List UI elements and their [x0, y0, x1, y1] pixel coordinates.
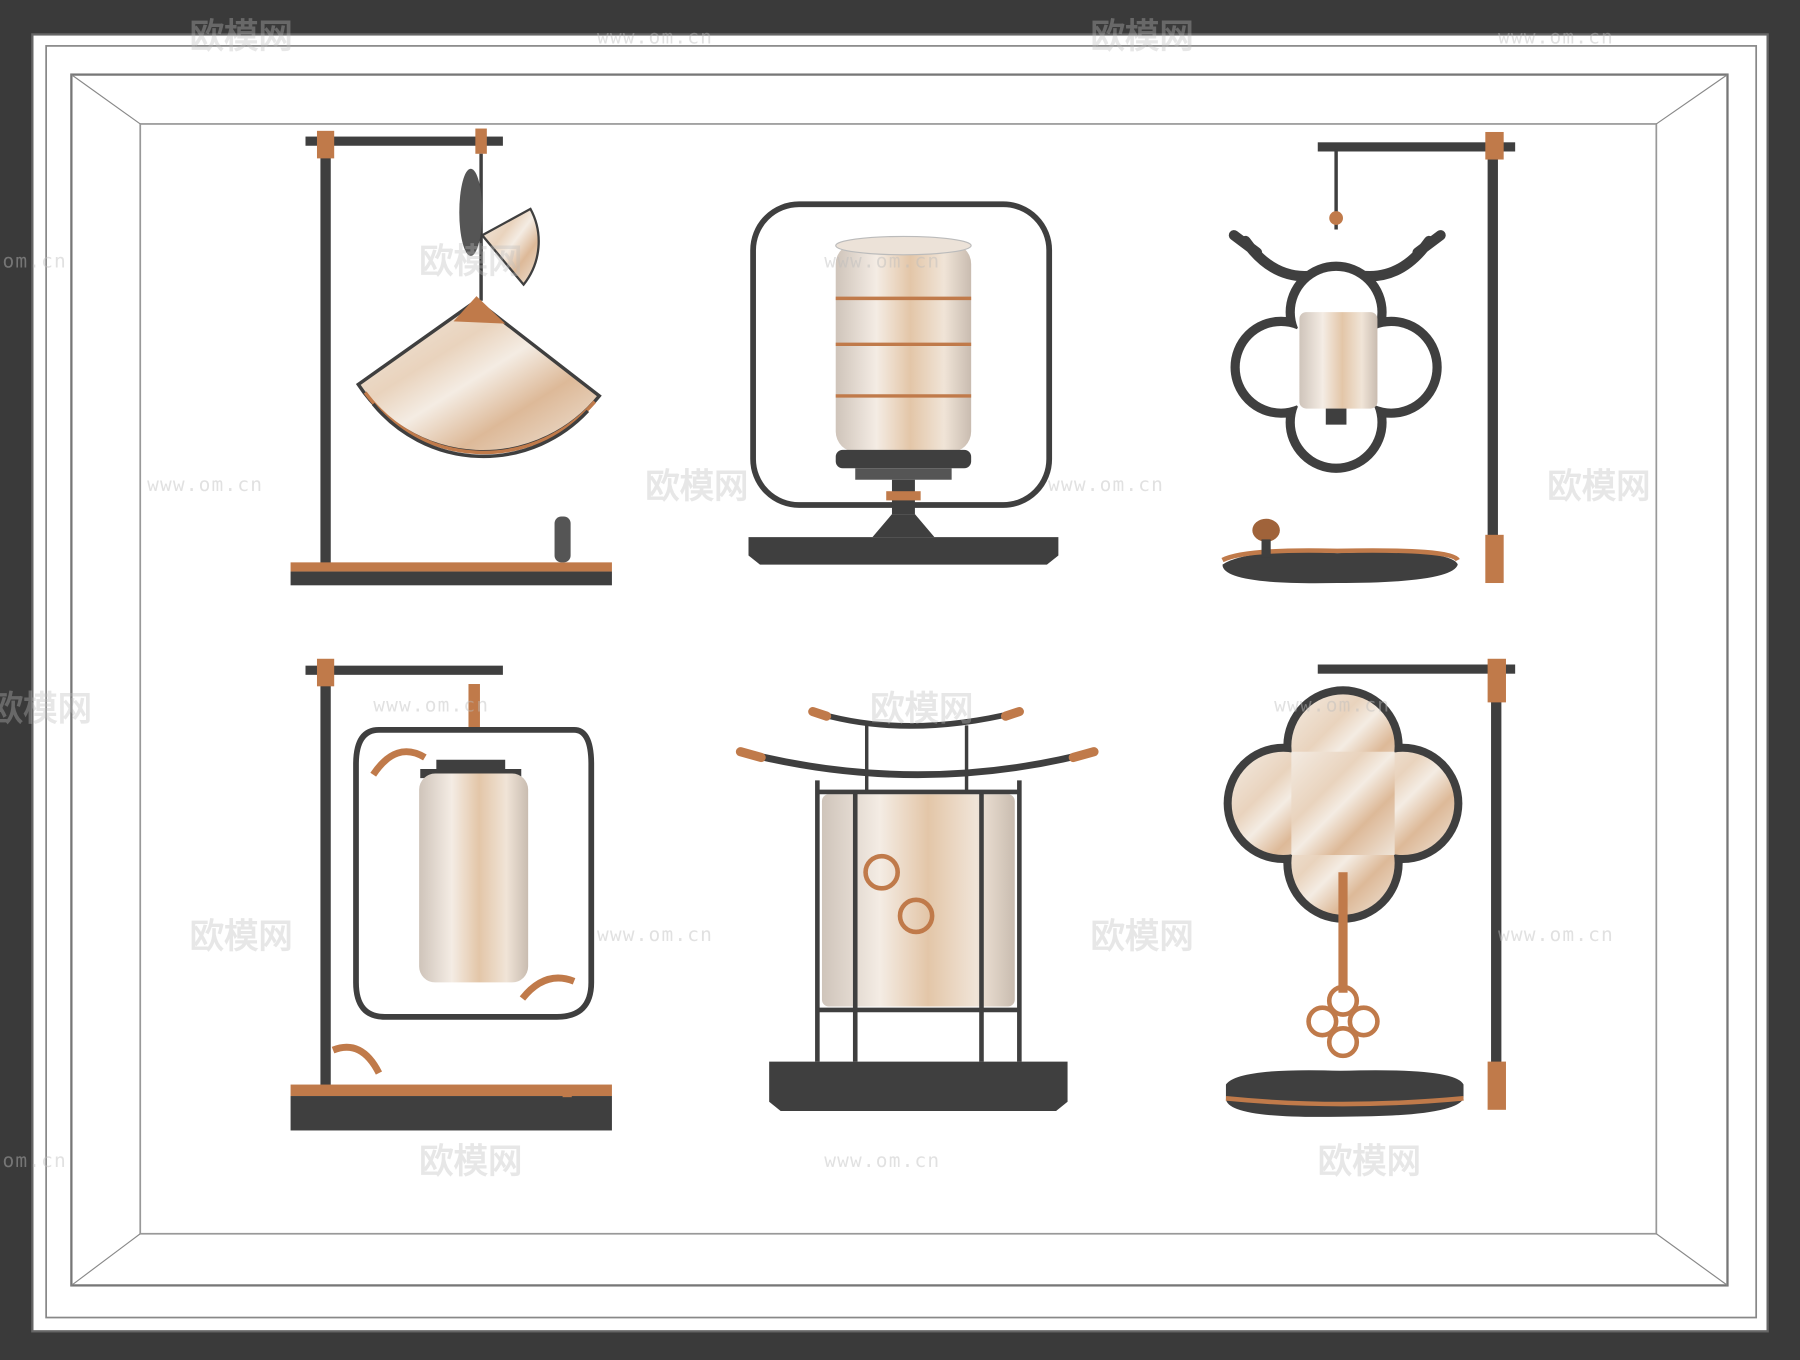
svg-text:欧模网: 欧模网 [419, 242, 522, 282]
svg-text:欧模网: 欧模网 [1547, 467, 1650, 507]
svg-text:www.om.cn: www.om.cn [824, 1149, 940, 1172]
svg-text:om.cn: om.cn [3, 1149, 67, 1172]
svg-text:www.om.cn: www.om.cn [147, 473, 263, 496]
svg-text:欧模网: 欧模网 [1091, 917, 1194, 957]
lamp-render-svg: 欧模网 www.om.cn 欧模网 www.om.cn om.cn 欧模网 ww… [0, 0, 1800, 1360]
svg-text:欧模网: 欧模网 [190, 17, 293, 57]
svg-text:om.cn: om.cn [3, 249, 67, 272]
svg-text:www.om.cn: www.om.cn [1048, 473, 1164, 496]
svg-text:欧模网: 欧模网 [870, 690, 973, 730]
svg-text:www.om.cn: www.om.cn [1274, 694, 1390, 717]
svg-text:欧模网: 欧模网 [1091, 17, 1194, 57]
svg-text:www.om.cn: www.om.cn [1498, 26, 1614, 49]
svg-text:www.om.cn: www.om.cn [597, 923, 713, 946]
svg-text:www.om.cn: www.om.cn [373, 694, 489, 717]
svg-text:欧模网: 欧模网 [645, 467, 748, 507]
svg-text:www.om.cn: www.om.cn [824, 249, 940, 272]
svg-text:www.om.cn: www.om.cn [597, 26, 713, 49]
lamp-render-canvas: 欧模网 www.om.cn 欧模网 www.om.cn om.cn 欧模网 ww… [0, 0, 1800, 1360]
svg-text:欧模网: 欧模网 [190, 917, 293, 957]
svg-text:www.om.cn: www.om.cn [1498, 923, 1614, 946]
svg-text:欧模网: 欧模网 [0, 690, 92, 730]
svg-text:欧模网: 欧模网 [419, 1142, 522, 1182]
svg-text:欧模网: 欧模网 [1318, 1142, 1421, 1182]
